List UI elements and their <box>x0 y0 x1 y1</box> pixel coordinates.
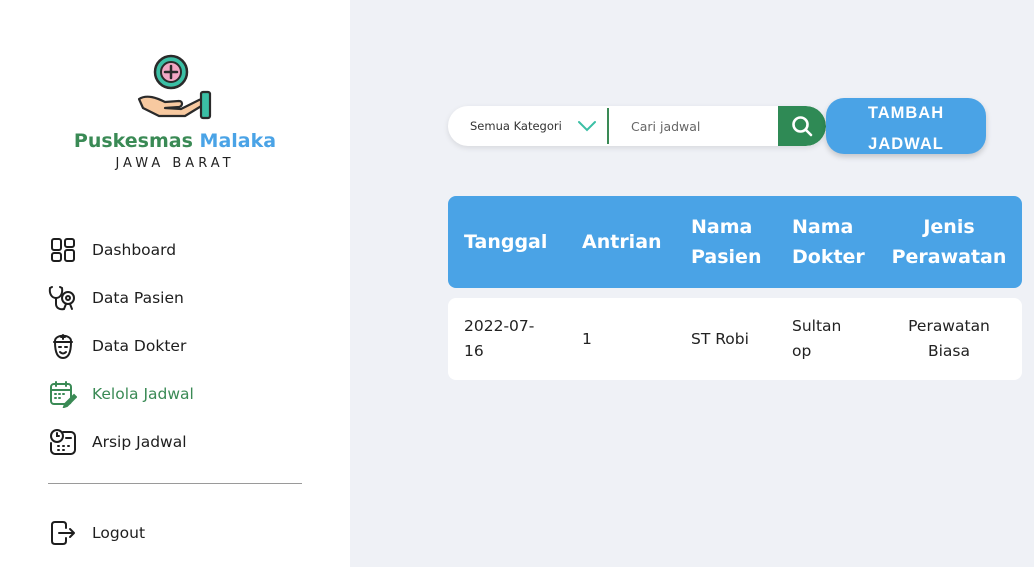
sidebar-item-label: Dashboard <box>92 241 177 259</box>
healthcare-hand-icon <box>137 54 212 120</box>
cell-nama-dokter: Sultan op <box>792 317 842 360</box>
search-icon <box>792 116 813 137</box>
add-schedule-button[interactable]: TAMBAH JADWAL <box>826 98 986 154</box>
category-select-value: Semua Kategori <box>470 119 562 133</box>
category-select[interactable]: Semua Kategori <box>448 108 609 144</box>
logout-label: Logout <box>92 524 146 542</box>
search-bar: Semua Kategori <box>448 106 826 146</box>
sidebar-nav: Dashboard Data Pasien Data Dokter Kelola… <box>48 226 308 466</box>
cell-nama-pasien: ST Robi <box>691 329 749 348</box>
sidebar-item-arsip-jadwal[interactable]: Arsip Jadwal <box>48 418 308 466</box>
sidebar-divider <box>48 483 302 484</box>
chevron-down-icon <box>578 121 596 132</box>
brand-name: Puskesmas Malaka <box>0 130 350 152</box>
cell-tanggal: 2022-07- 16 <box>464 317 535 360</box>
column-header-antrian: Antrian <box>582 231 662 253</box>
logout-button[interactable]: Logout <box>48 510 145 556</box>
sidebar-item-kelola-jadwal[interactable]: Kelola Jadwal <box>48 370 308 418</box>
sidebar-item-data-pasien[interactable]: Data Pasien <box>48 274 308 322</box>
brand-name-part2: Malaka <box>199 130 277 152</box>
sidebar-item-label: Data Pasien <box>92 289 184 307</box>
column-header-nama-pasien: Nama Pasien <box>691 216 762 268</box>
logout-icon <box>48 518 78 548</box>
search-button[interactable] <box>778 106 826 146</box>
table-header: Tanggal Antrian Nama Pasien Nama Dokter Je… <box>448 196 1022 288</box>
doctor-icon <box>48 331 78 361</box>
add-schedule-button-line1: TAMBAH <box>867 104 945 122</box>
column-header-jenis-perawatan: Jenis Perawatan <box>891 216 1007 268</box>
sidebar-item-dashboard[interactable]: Dashboard <box>48 226 308 274</box>
brand-name-part1: Puskesmas <box>73 130 193 152</box>
sidebar: Puskesmas Malaka JAWA BARAT Dashboard Da… <box>0 0 350 567</box>
column-header-nama-dokter: Nama Dokter <box>792 216 865 268</box>
search-input[interactable] <box>609 106 778 146</box>
sidebar-item-label: Arsip Jadwal <box>92 433 187 451</box>
dashboard-icon <box>48 235 78 265</box>
cell-antrian: 1 <box>582 329 592 348</box>
schedule-archive-icon <box>48 427 78 457</box>
calendar-edit-icon <box>48 379 78 409</box>
sidebar-item-label: Data Dokter <box>92 337 187 355</box>
stethoscope-icon <box>48 283 78 313</box>
sidebar-item-data-dokter[interactable]: Data Dokter <box>48 322 308 370</box>
column-header-tanggal: Tanggal <box>464 231 548 253</box>
cell-jenis-perawatan: Perawatan Biasa <box>908 317 990 360</box>
brand-subtitle: JAWA BARAT <box>115 156 235 171</box>
add-schedule-button-line2: JADWAL <box>868 135 944 153</box>
table-row[interactable]: 2022-07- 16 1 ST Robi Sultan op Perawatan B… <box>448 298 1022 380</box>
brand-logo: Puskesmas Malaka JAWA BARAT <box>0 52 350 171</box>
sidebar-item-label: Kelola Jadwal <box>92 385 194 403</box>
